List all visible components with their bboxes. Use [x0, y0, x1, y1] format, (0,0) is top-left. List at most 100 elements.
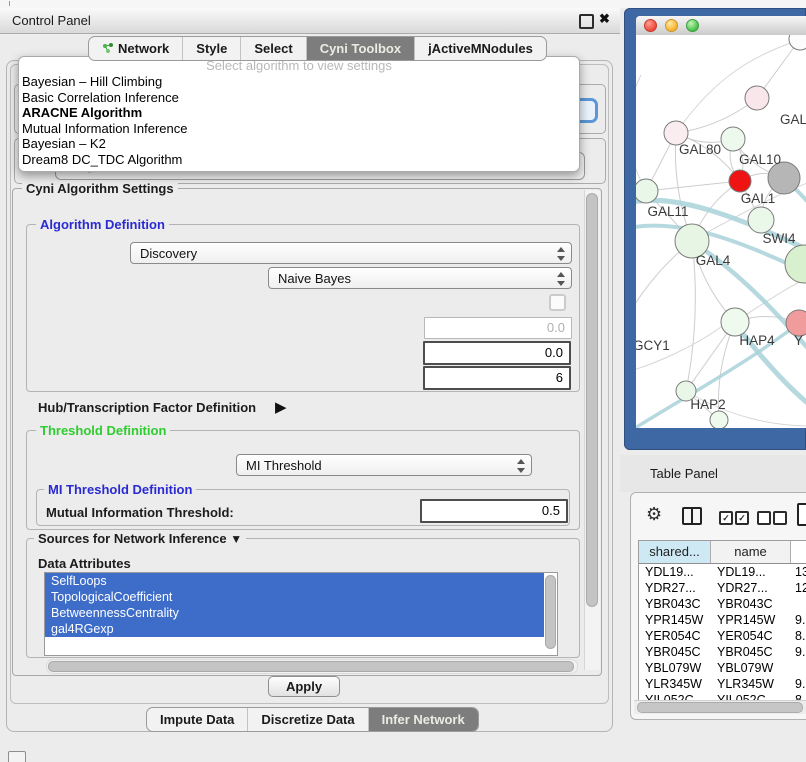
cyni-settings-legend: Cyni Algorithm Settings [22, 181, 178, 196]
table-cell: YPR145W [639, 612, 711, 628]
data-attribute-item[interactable]: SelfLoops [45, 573, 544, 589]
network-node[interactable] [636, 179, 658, 203]
minimized-panel-button[interactable] [8, 751, 26, 762]
network-node-label: GAL11 [647, 204, 688, 219]
tab-style[interactable]: Style [182, 37, 240, 60]
deselect-all-icon[interactable] [757, 511, 771, 525]
mi-threshold-legend: MI Threshold Definition [44, 482, 196, 497]
which-threshold-combo[interactable]: MI Threshold [236, 454, 532, 476]
tab-cyni-toolbox[interactable]: Cyni Toolbox [306, 37, 414, 60]
float-panel-button[interactable] [579, 14, 594, 29]
data-attribute-item[interactable]: BetweennessCentrality [45, 605, 544, 621]
close-panel-button[interactable]: ✖ [599, 11, 610, 27]
deselect-all-icon-2[interactable] [773, 511, 787, 525]
algorithm-popup-item[interactable]: Mutual Information Inference [19, 121, 579, 137]
table-cell: YBL079W [639, 660, 711, 676]
select-all-icon[interactable]: ✓ [719, 511, 733, 525]
settings-vscrollbar-thumb[interactable] [586, 193, 598, 607]
network-node[interactable] [729, 170, 751, 192]
network-edge[interactable] [676, 41, 796, 133]
settings-hscrollbar-thumb[interactable] [48, 661, 574, 672]
dpi-tolerance-field[interactable]: 0.0 [423, 341, 571, 365]
algorithm-popup-item[interactable]: Bayesian – K2 [19, 136, 579, 152]
table-cell: 9. [791, 612, 806, 628]
network-edge[interactable] [676, 98, 757, 133]
algorithm-popup-item[interactable]: ARACNE Algorithm [19, 105, 579, 121]
node-table: shared...nameA YDL19...YDL19...13YDR27..… [638, 540, 806, 707]
network-canvas[interactable]: GALGAL80GAL10GAL1GAL11SWI4GAL4HAP4YGCY1H… [636, 35, 806, 428]
table-row[interactable]: YBL079WYBL079W [639, 660, 806, 676]
hub-definition-label[interactable]: Hub/Transcription Factor Definition [38, 400, 256, 415]
tab-infer-network[interactable]: Infer Network [368, 708, 478, 731]
network-node[interactable] [748, 207, 774, 233]
algorithm-popup-item[interactable]: Dream8 DC_TDC Algorithm [19, 152, 579, 168]
network-edge[interactable] [646, 181, 740, 191]
table-row[interactable]: YER054CYER054C8. [639, 628, 806, 644]
new-column-doc-icon[interactable] [797, 503, 806, 526]
mi-type-combo[interactable]: Naive Bayes [268, 267, 572, 289]
network-edge[interactable] [686, 241, 695, 391]
data-attribute-item[interactable]: gal4RGexp [45, 621, 544, 637]
table-row[interactable]: YBR043CYBR043C [639, 596, 806, 612]
network-node[interactable] [721, 308, 749, 336]
select-all-icon-2[interactable]: ✓ [735, 511, 749, 525]
network-node[interactable] [789, 35, 806, 50]
mi-steps-field[interactable]: 6 [423, 366, 571, 390]
table-row[interactable]: YBR045CYBR045C9. [639, 644, 806, 660]
table-column-header[interactable]: name [711, 541, 791, 563]
data-attribute-item[interactable]: TopologicalCoefficient [45, 589, 544, 605]
apply-button[interactable]: Apply [268, 676, 340, 697]
table-cell: YLR345W [711, 676, 791, 692]
table-row[interactable]: YPR145WYPR145W9. [639, 612, 806, 628]
aracne-mode-combo[interactable]: Discovery [130, 242, 572, 264]
table-row[interactable]: YDL19...YDL19...13 [639, 564, 806, 580]
algorithm-popup-item[interactable]: Bayesian – Hill Climbing [19, 74, 579, 90]
kernel-width-field[interactable]: 0.0 [424, 317, 572, 339]
table-settings-gear-icon[interactable]: ⚙ [646, 504, 662, 525]
sources-legend-label: Sources for Network Inference [38, 531, 227, 546]
control-panel-header: Control Panel ✖ [0, 8, 620, 34]
tab-discretize-data[interactable]: Discretize Data [247, 708, 367, 731]
table-row[interactable]: YDR27...YDR27...12 [639, 580, 806, 596]
attributes-vscrollbar-thumb[interactable] [545, 575, 556, 649]
table-hscrollbar-thumb[interactable] [637, 702, 803, 713]
network-node[interactable] [785, 245, 806, 283]
sources-collapse-arrow-icon[interactable]: ▼ [230, 532, 242, 546]
table-panel-title: Table Panel [650, 466, 718, 481]
network-node[interactable] [710, 411, 728, 428]
data-attributes-list[interactable]: SelfLoopsTopologicalCoefficientBetweenne… [44, 572, 558, 656]
combo-stepper-icon [556, 271, 565, 287]
network-node[interactable] [721, 127, 745, 151]
split-table-icon[interactable] [682, 507, 702, 525]
network-node[interactable] [745, 86, 769, 110]
network-node-label: Y [794, 333, 803, 348]
tab-impute-data[interactable]: Impute Data [147, 708, 247, 731]
table-cell: 12 [791, 580, 806, 596]
close-window-icon[interactable] [644, 19, 657, 32]
table-column-header[interactable]: shared... [639, 541, 711, 563]
threshold-definition-legend: Threshold Definition [36, 423, 170, 438]
top-strip [0, 0, 806, 8]
algorithm-popup: Select algorithm to view settings Bayesi… [18, 56, 580, 172]
zoom-window-icon[interactable] [686, 19, 699, 32]
hub-expand-arrow-icon[interactable]: ▶ [275, 398, 287, 416]
manual-kernel-checkbox[interactable] [549, 294, 566, 311]
bottom-tab-bar: Impute Data Discretize Data Infer Networ… [146, 707, 479, 732]
tab-network[interactable]: Network [89, 37, 182, 60]
tab-jactivemnodules[interactable]: jActiveMNodules [414, 37, 546, 60]
algorithm-popup-item[interactable]: Basic Correlation Inference [19, 90, 579, 106]
mi-threshold-field[interactable]: 0.5 [420, 499, 568, 523]
minimize-window-icon[interactable] [665, 19, 678, 32]
network-window-titlebar[interactable] [636, 16, 806, 36]
network-node-label: GCY1 [636, 338, 670, 353]
combo-stepper-icon [516, 458, 525, 474]
table-cell: YBR045C [639, 644, 711, 660]
table-cell [791, 660, 806, 676]
top-strip-tick [9, 1, 10, 6]
table-row[interactable]: YLR345WYLR345W9. [639, 676, 806, 692]
tab-select[interactable]: Select [240, 37, 305, 60]
network-edge[interactable] [636, 75, 646, 191]
table-cell: YER054C [639, 628, 711, 644]
table-cell: YPR145W [711, 612, 791, 628]
table-cell: 8. [791, 628, 806, 644]
